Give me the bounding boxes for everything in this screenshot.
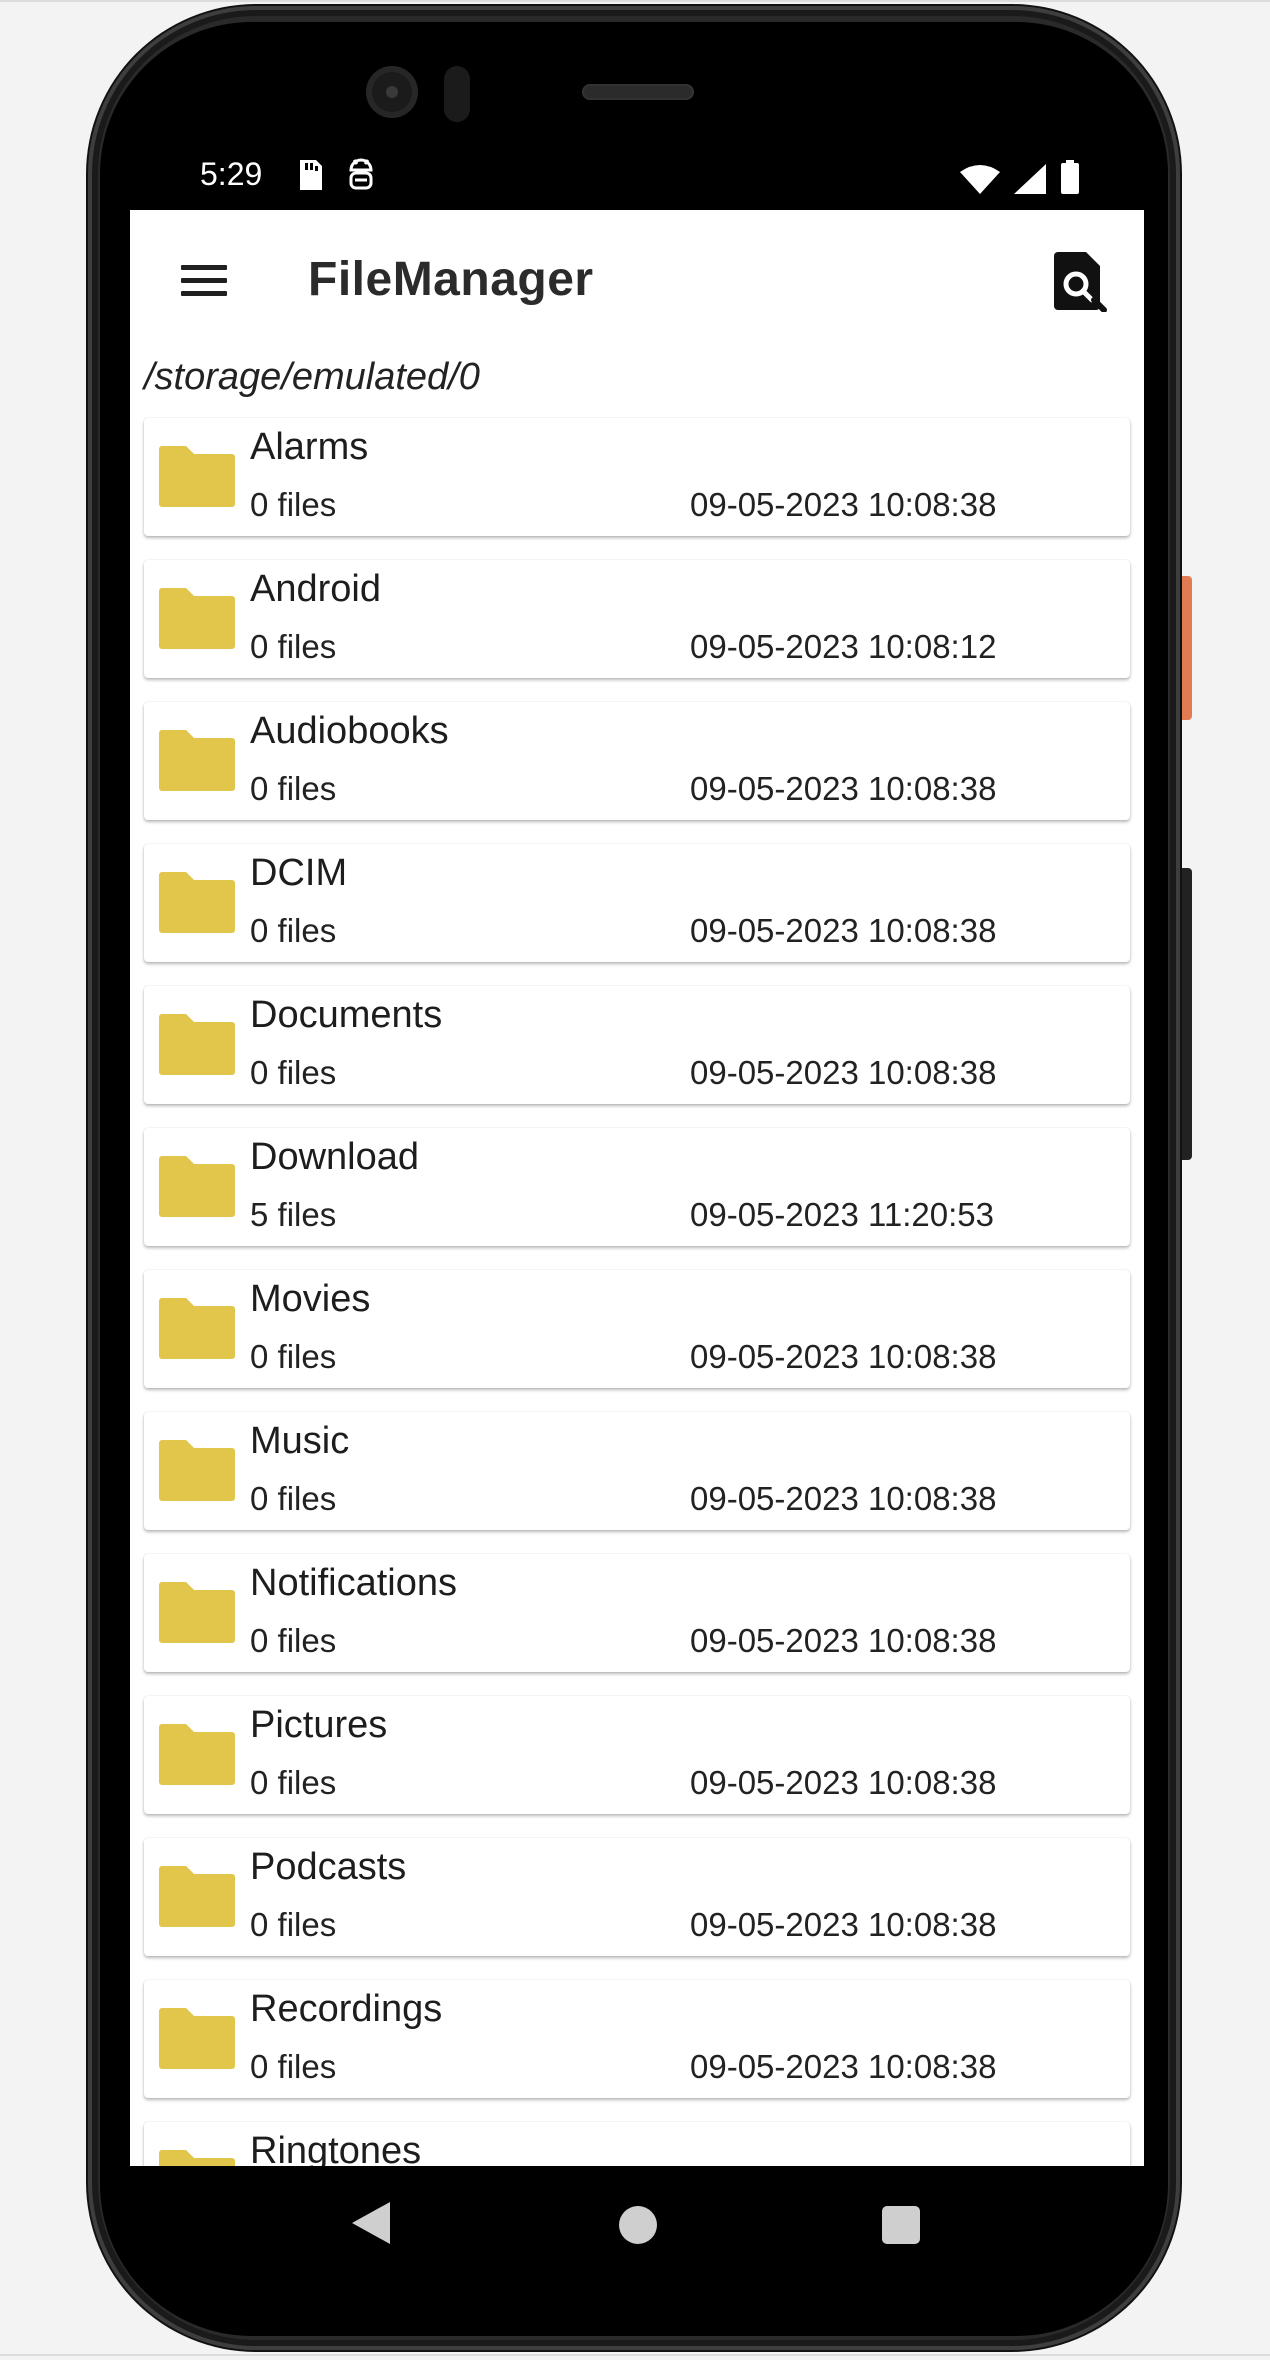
- folder-modified-date: 09-05-2023 10:08:38: [690, 770, 997, 807]
- folder-icon: [159, 2008, 235, 2069]
- navigation-bar: [130, 2166, 1144, 2286]
- folder-name: Music: [250, 1420, 350, 1462]
- folder-row[interactable]: Alarms 0 files 09-05-2023 10:08:38: [144, 418, 1130, 536]
- folder-list: Alarms 0 files 09-05-2023 10:08:38 Android 0…: [144, 418, 1130, 2264]
- earpiece-speaker: [582, 84, 694, 100]
- signal-icon: [1014, 164, 1046, 194]
- folder-name: Notifications: [250, 1562, 457, 1604]
- battery-icon: [1061, 160, 1079, 194]
- folder-modified-date: 09-05-2023 10:08:38: [690, 1764, 997, 1801]
- android-debug-icon: [349, 158, 373, 190]
- folder-row[interactable]: Recordings 0 files 09-05-2023 10:08:38: [144, 1980, 1130, 2098]
- folder-icon: [159, 1298, 235, 1359]
- folder-modified-date: 09-05-2023 11:20:53: [690, 1196, 994, 1233]
- wifi-icon: [960, 165, 1000, 194]
- folder-icon: [159, 730, 235, 791]
- folder-icon: [159, 588, 235, 649]
- folder-name: Android: [250, 568, 381, 610]
- folder-file-count: 0 files: [250, 1622, 337, 1659]
- folder-modified-date: 09-05-2023 10:08:38: [690, 1338, 997, 1375]
- folder-file-count: 0 files: [250, 628, 337, 665]
- folder-name: Podcasts: [250, 1846, 407, 1888]
- status-time: 5:29: [200, 156, 263, 192]
- folder-modified-date: 09-05-2023 10:08:38: [690, 2048, 997, 2085]
- folder-modified-date: 09-05-2023 10:08:38: [690, 1480, 997, 1517]
- current-path: /storage/emulated/0: [144, 356, 480, 398]
- folder-icon: [159, 1156, 235, 1217]
- folder-icon: [159, 1582, 235, 1643]
- hamburger-menu-icon[interactable]: [172, 248, 236, 312]
- folder-name: Audiobooks: [250, 710, 449, 752]
- folder-modified-date: 09-05-2023 10:08:38: [690, 1622, 997, 1659]
- folder-file-count: 0 files: [250, 2048, 337, 2085]
- folder-name: DCIM: [250, 852, 348, 894]
- back-triangle-icon[interactable]: [350, 2200, 392, 2246]
- folder-file-count: 0 files: [250, 1338, 337, 1375]
- app-content: FileManager /storage/emulated/0 Alarms 0 …: [130, 210, 1144, 2240]
- folder-icon: [159, 1440, 235, 1501]
- folder-row[interactable]: Documents 0 files 09-05-2023 10:08:38: [144, 986, 1130, 1104]
- folder-icon: [159, 446, 235, 507]
- folder-name: Alarms: [250, 426, 369, 468]
- folder-modified-date: 09-05-2023 10:08:12: [690, 628, 997, 665]
- folder-modified-date: 09-05-2023 10:08:38: [690, 912, 997, 949]
- folder-modified-date: 09-05-2023 10:08:38: [690, 1906, 997, 1943]
- folder-icon: [159, 1014, 235, 1075]
- app-title: FileManager: [308, 253, 594, 306]
- folder-name: Movies: [250, 1278, 371, 1320]
- folder-file-count: 0 files: [250, 1054, 337, 1091]
- page-top-rule: [0, 0, 1270, 2]
- folder-icon: [159, 1866, 235, 1927]
- folder-row[interactable]: Android 0 files 09-05-2023 10:08:12: [144, 560, 1130, 678]
- folder-row[interactable]: DCIM 0 files 09-05-2023 10:08:38: [144, 844, 1130, 962]
- front-camera: [366, 66, 418, 118]
- folder-name: Download: [250, 1136, 419, 1178]
- folder-row[interactable]: Podcasts 0 files 09-05-2023 10:08:38: [144, 1838, 1130, 1956]
- folder-name: Recordings: [250, 1988, 443, 2030]
- volume-button[interactable]: [1182, 868, 1192, 1160]
- status-bar: 5:29: [130, 140, 1144, 210]
- phone-screen: 5:29 FileManager /storage/emulated/0 Ala…: [130, 140, 1144, 2286]
- folder-modified-date: 09-05-2023 10:08:38: [690, 486, 997, 523]
- folder-name: Pictures: [250, 1704, 388, 1746]
- recents-square-icon[interactable]: [882, 2206, 920, 2244]
- folder-modified-date: 09-05-2023 10:08:38: [690, 1054, 997, 1091]
- proximity-sensor: [444, 66, 470, 122]
- power-button[interactable]: [1182, 576, 1192, 720]
- folder-file-count: 0 files: [250, 1764, 337, 1801]
- folder-row[interactable]: Download 5 files 09-05-2023 11:20:53: [144, 1128, 1130, 1246]
- file-search-icon[interactable]: [1048, 250, 1110, 312]
- folder-file-count: 0 files: [250, 1906, 337, 1943]
- folder-row[interactable]: Music 0 files 09-05-2023 10:08:38: [144, 1412, 1130, 1530]
- folder-name: Documents: [250, 994, 443, 1036]
- status-left-icons: [296, 158, 376, 192]
- folder-file-count: 0 files: [250, 486, 337, 523]
- folder-file-count: 0 files: [250, 912, 337, 949]
- sd-card-icon: [300, 160, 322, 190]
- page-bottom-rule: [0, 2354, 1270, 2356]
- folder-row[interactable]: Audiobooks 0 files 09-05-2023 10:08:38: [144, 702, 1130, 820]
- status-right-icons: [960, 160, 1080, 194]
- folder-icon: [159, 1724, 235, 1785]
- home-circle-icon[interactable]: [619, 2206, 657, 2244]
- folder-row[interactable]: Movies 0 files 09-05-2023 10:08:38: [144, 1270, 1130, 1388]
- folder-row[interactable]: Notifications 0 files 09-05-2023 10:08:38: [144, 1554, 1130, 1672]
- folder-row[interactable]: Pictures 0 files 09-05-2023 10:08:38: [144, 1696, 1130, 1814]
- app-bar: FileManager: [130, 210, 1144, 352]
- folder-file-count: 5 files: [250, 1196, 337, 1233]
- folder-icon: [159, 872, 235, 933]
- folder-file-count: 0 files: [250, 1480, 337, 1517]
- folder-file-count: 0 files: [250, 770, 337, 807]
